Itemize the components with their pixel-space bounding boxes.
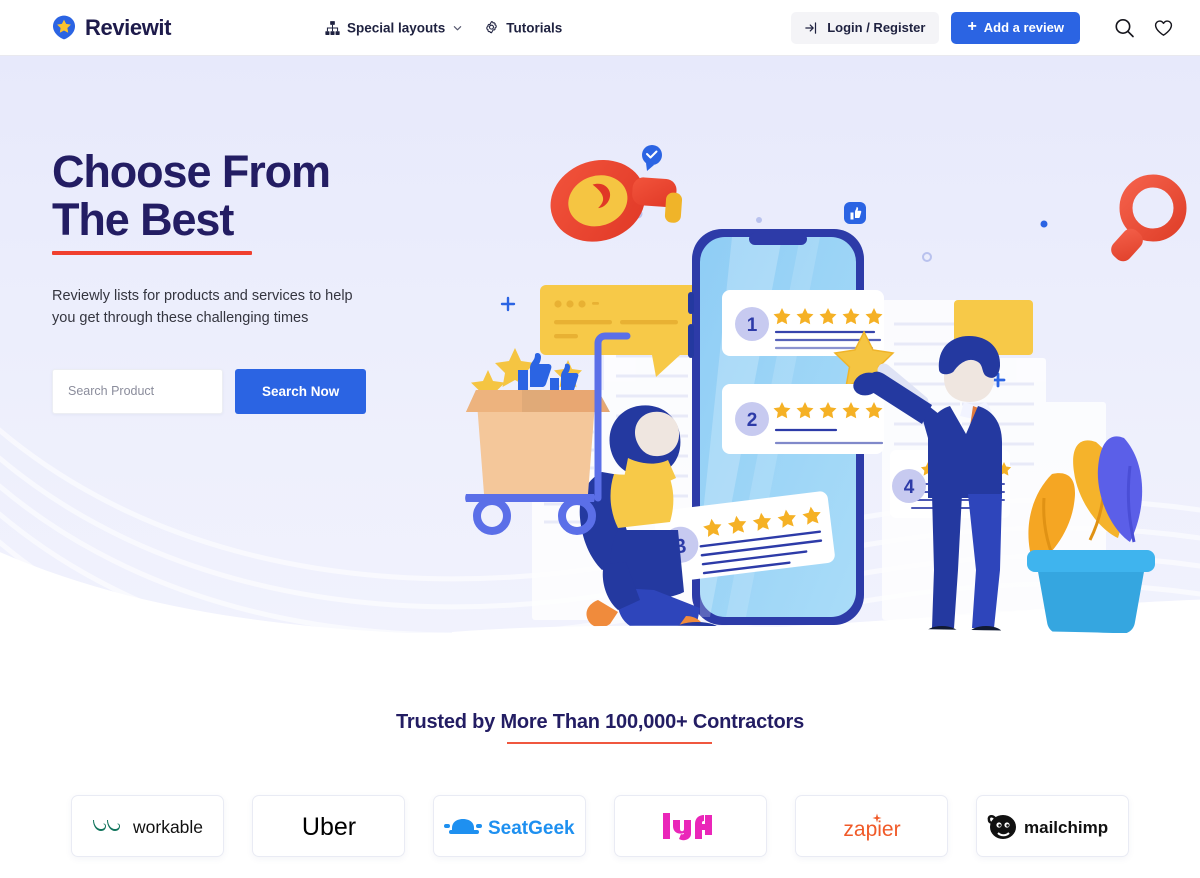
search-now-button[interactable]: Search Now — [235, 368, 367, 414]
chat-bubble-small — [642, 145, 662, 171]
svg-text:workable: workable — [132, 817, 203, 837]
heart-icon[interactable] — [1153, 17, 1174, 38]
brand-name: Reviewit — [85, 14, 172, 40]
partner-logo-row: workable Uber SeatGeek zapier mailchimp — [0, 795, 1200, 857]
svg-text:mailchimp: mailchimp — [1024, 818, 1108, 837]
svg-text:Uber: Uber — [301, 813, 355, 841]
gear-icon — [486, 20, 498, 33]
brand-logo[interactable]: Reviewit — [52, 15, 171, 41]
svg-text:1: 1 — [747, 315, 758, 336]
svg-text:zapier: zapier — [843, 818, 900, 841]
svg-text:4: 4 — [904, 477, 915, 498]
trusted-heading: Trusted by More Than 100,000+ Contractor… — [395, 711, 805, 733]
logo-card-lyft[interactable] — [614, 795, 767, 857]
trusted-section: Trusted by More Than 100,000+ Contractor… — [0, 633, 1200, 857]
thumbs-in-box — [518, 352, 579, 396]
zapier-logo-icon: zapier — [843, 813, 900, 841]
magnifier-icon — [1111, 174, 1187, 262]
trusted-heading-underline — [506, 742, 712, 744]
logo-card-zapier[interactable]: zapier — [795, 795, 948, 857]
mailchimp-logo-icon: mailchimp — [987, 815, 1108, 839]
login-arrow-icon — [805, 21, 817, 34]
plus-icon: + — [967, 18, 977, 35]
seatgeek-logo-icon: SeatGeek — [443, 818, 575, 839]
search-input[interactable] — [52, 368, 223, 414]
logo-card-mailchimp[interactable]: mailchimp — [976, 795, 1129, 857]
nav-label-tutorials: Tutorials — [506, 20, 563, 35]
chevron-down-icon — [454, 25, 462, 30]
site-header: Reviewit Special layouts Tutorials Login… — [0, 0, 1200, 56]
hero-illustration: 1 2 3 4 — [452, 102, 1200, 633]
svg-text:SeatGeek: SeatGeek — [488, 818, 575, 839]
login-register-button[interactable]: Login / Register — [791, 11, 940, 44]
review-app-illustration: 1 2 3 4 — [452, 145, 1187, 633]
hero-copy: Choose From The Best Reviewly lists for … — [52, 146, 452, 414]
review-card-2: 2 — [722, 384, 884, 454]
thumbs-up-icon — [844, 202, 866, 224]
svg-text:2: 2 — [747, 410, 758, 431]
hero-search-form: Search Now — [52, 368, 452, 414]
main-navigation: Special layouts Tutorials — [325, 20, 562, 35]
header-icon-group — [1114, 17, 1174, 38]
hero-subtitle: Reviewly lists for products and services… — [52, 288, 353, 327]
header-actions: Login / Register + Add a review — [791, 11, 1080, 44]
logo-card-uber[interactable]: Uber — [252, 795, 405, 857]
hero-title: Choose From The Best — [52, 146, 331, 246]
hero-title-underline — [52, 251, 252, 256]
star-pin-logo-icon — [53, 15, 75, 40]
sitemap-icon — [325, 20, 340, 35]
nav-item-tutorials[interactable]: Tutorials — [484, 20, 562, 35]
lyft-logo-icon — [662, 813, 712, 841]
add-review-button[interactable]: + Add a review — [951, 11, 1080, 44]
workable-logo-icon: workable — [92, 817, 203, 837]
uber-logo-icon: Uber — [301, 813, 355, 841]
add-review-label: Add a review — [983, 20, 1064, 35]
hero-section: Choose From The Best Reviewly lists for … — [0, 56, 1200, 633]
logo-card-seatgeek[interactable]: SeatGeek — [433, 795, 586, 857]
nav-item-special-layouts[interactable]: Special layouts — [325, 20, 462, 35]
logo-card-workable[interactable]: workable — [71, 795, 224, 857]
nav-label-special-layouts: Special layouts — [347, 20, 446, 35]
search-icon[interactable] — [1114, 17, 1135, 38]
megaphone-icon — [550, 159, 683, 242]
login-register-label: Login / Register — [827, 20, 926, 35]
